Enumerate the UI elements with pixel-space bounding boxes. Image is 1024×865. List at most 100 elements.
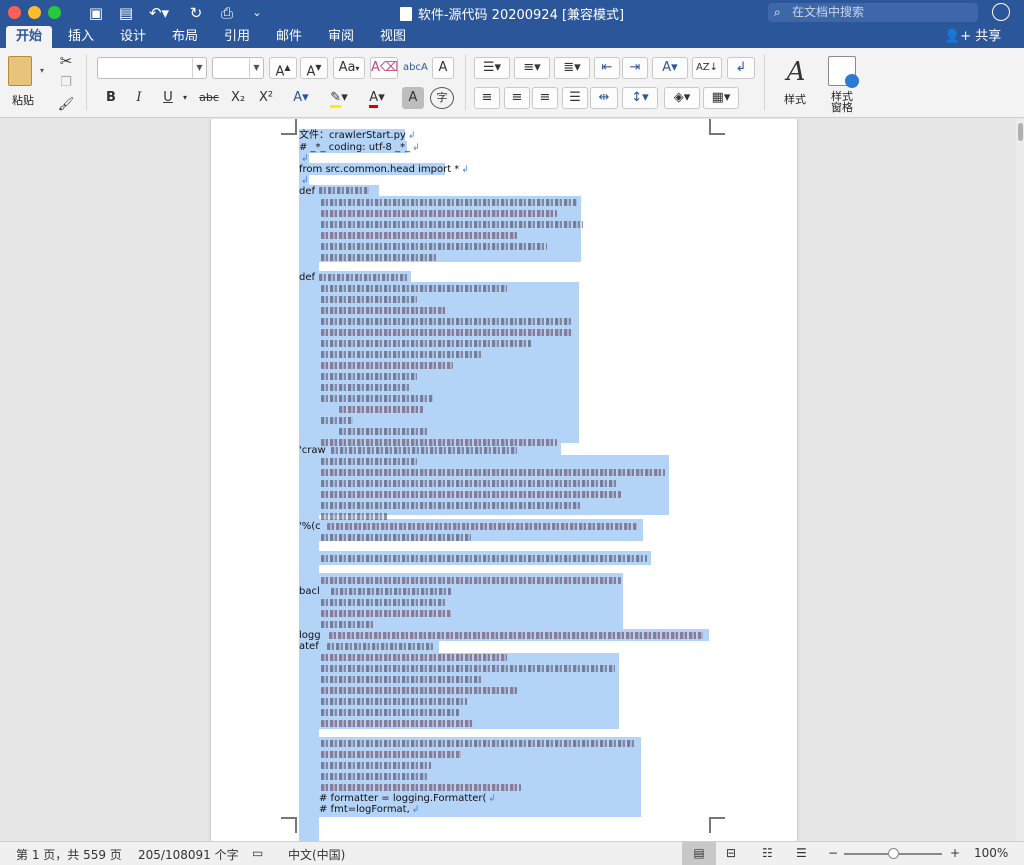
code-line: # _*_ coding: utf-8 _*_ ↲: [299, 142, 420, 154]
feedback-smiley-icon[interactable]: [992, 3, 1010, 21]
copy-icon[interactable]: ❐: [56, 72, 76, 94]
document-page[interactable]: 文件：crawlerStart.py ↲ # _*_ coding: utf-8 …: [211, 119, 797, 841]
numbering-icon[interactable]: ≡▾: [514, 57, 550, 79]
align-center-icon[interactable]: ≡: [504, 87, 530, 109]
line-spacing-icon[interactable]: ↕▾: [622, 87, 658, 109]
language-status[interactable]: 中文(中国): [288, 846, 345, 863]
tab-layout[interactable]: 布局: [162, 26, 208, 48]
character-border-icon[interactable]: A: [432, 57, 454, 79]
obscured-code: [321, 709, 459, 716]
code-line: def: [299, 186, 315, 197]
page-count[interactable]: 第 1 页，共 559 页: [16, 846, 122, 863]
text-effects-icon[interactable]: A▾: [284, 87, 318, 109]
obscured-code: [321, 199, 577, 206]
obscured-code: [321, 577, 621, 584]
obscured-code: [321, 720, 473, 727]
search-input[interactable]: ⌕ 在文档中搜索: [768, 3, 978, 22]
tab-insert[interactable]: 插入: [58, 26, 104, 48]
tab-references[interactable]: 引用: [214, 26, 260, 48]
obscured-code: [327, 523, 637, 530]
align-right-icon[interactable]: ≡: [532, 87, 558, 109]
search-icon: ⌕: [774, 5, 781, 19]
show-marks-icon[interactable]: ↲: [727, 57, 755, 79]
code-text: 'craw: [299, 445, 326, 456]
shrink-font-button[interactable]: A▼: [300, 57, 328, 79]
highlight-color-icon[interactable]: ✎▾: [322, 87, 356, 109]
bold-button[interactable]: B: [100, 87, 122, 109]
scrollbar-thumb[interactable]: [1018, 123, 1023, 141]
obscured-code: [329, 632, 703, 639]
italic-button[interactable]: I: [128, 87, 150, 109]
print-layout-view-icon[interactable]: ▤: [682, 842, 716, 865]
tab-design[interactable]: 设计: [110, 26, 156, 48]
strikethrough-button[interactable]: abc: [196, 87, 222, 109]
web-layout-view-icon[interactable]: ⊟: [726, 846, 736, 860]
obscured-code: [331, 447, 517, 454]
distributed-icon[interactable]: ⇹: [590, 87, 618, 109]
vertical-scrollbar[interactable]: [1016, 119, 1024, 841]
obscured-code: [339, 428, 429, 435]
obscured-code: [321, 340, 531, 347]
phonetic-guide-button[interactable]: 字: [430, 87, 454, 109]
font-color-icon[interactable]: A▾: [360, 87, 394, 109]
increase-indent-icon[interactable]: ⇥: [622, 57, 648, 79]
align-left-icon[interactable]: ≡: [474, 87, 500, 109]
paste-dropdown-icon[interactable]: ▾: [40, 66, 44, 75]
obscured-code: [321, 439, 557, 446]
obscured-code: [321, 665, 615, 672]
code-line: 文件：crawlerStart.py ↲: [299, 130, 415, 142]
obscured-code: [321, 502, 581, 509]
code-line: from src.common.head import * ↲: [299, 164, 469, 176]
decrease-indent-icon[interactable]: ⇤: [594, 57, 620, 79]
character-shading-button[interactable]: A: [402, 87, 424, 109]
zoom-level[interactable]: 100%: [974, 846, 1008, 860]
shading-icon[interactable]: ◈▾: [664, 87, 700, 109]
cut-icon[interactable]: ✂: [56, 50, 76, 72]
bullets-icon[interactable]: ☰▾: [474, 57, 510, 79]
tab-mailings[interactable]: 邮件: [266, 26, 312, 48]
styles-pane-icon[interactable]: [828, 56, 859, 88]
obscured-code: [321, 469, 665, 476]
superscript-button[interactable]: X²: [254, 87, 278, 109]
zoom-slider-thumb[interactable]: [888, 848, 899, 859]
tab-home[interactable]: 开始: [6, 26, 53, 48]
styles-label: 样式: [784, 93, 806, 106]
code-line: '%(c: [299, 521, 321, 532]
obscured-code: [327, 643, 433, 650]
obscured-code: [321, 676, 483, 683]
obscured-code: [321, 395, 433, 402]
zoom-out-button[interactable]: −: [828, 846, 838, 860]
share-button[interactable]: 👤+ 共享: [944, 26, 1001, 48]
format-painter-icon[interactable]: 🖌: [56, 94, 76, 116]
borders-icon[interactable]: ▦▾: [703, 87, 739, 109]
paste-icon[interactable]: [8, 56, 32, 86]
underline-button[interactable]: U: [157, 87, 179, 109]
spelling-icon[interactable]: abcA: [402, 57, 428, 79]
underline-dropdown-icon[interactable]: ▾: [180, 87, 190, 109]
font-size-combo[interactable]: ▼: [212, 57, 264, 79]
multilevel-list-icon[interactable]: ≣▾: [554, 57, 590, 79]
word-count[interactable]: 205/108091 个字: [138, 846, 239, 863]
clear-formatting-icon[interactable]: A⌫: [370, 57, 398, 79]
font-name-combo[interactable]: ▼: [97, 57, 207, 79]
document-canvas[interactable]: 文件：crawlerStart.py ↲ # _*_ coding: utf-8 …: [0, 119, 1016, 841]
outline-view-icon[interactable]: ☷: [762, 846, 773, 860]
divider: [465, 54, 466, 110]
tab-review[interactable]: 审阅: [318, 26, 364, 48]
justify-icon[interactable]: ☰: [562, 87, 588, 109]
crop-mark: [281, 817, 297, 833]
draft-view-icon[interactable]: ☰: [796, 846, 807, 860]
grow-font-button[interactable]: A▲: [269, 57, 297, 79]
change-case-button[interactable]: Aa▾: [333, 57, 365, 79]
zoom-in-button[interactable]: +: [950, 846, 960, 860]
asian-layout-icon[interactable]: A▾: [652, 57, 688, 79]
chevron-down-icon[interactable]: ▼: [192, 58, 206, 78]
tab-view[interactable]: 视图: [370, 26, 416, 48]
obscured-code: [321, 318, 571, 325]
sort-icon[interactable]: AZ↓: [692, 57, 722, 79]
styles-gallery-icon[interactable]: A: [776, 54, 816, 90]
chevron-down-icon[interactable]: ▼: [249, 58, 263, 78]
share-label: 共享: [975, 29, 1002, 44]
subscript-button[interactable]: X₂: [226, 87, 250, 109]
proofing-icon[interactable]: ▭: [252, 846, 263, 860]
